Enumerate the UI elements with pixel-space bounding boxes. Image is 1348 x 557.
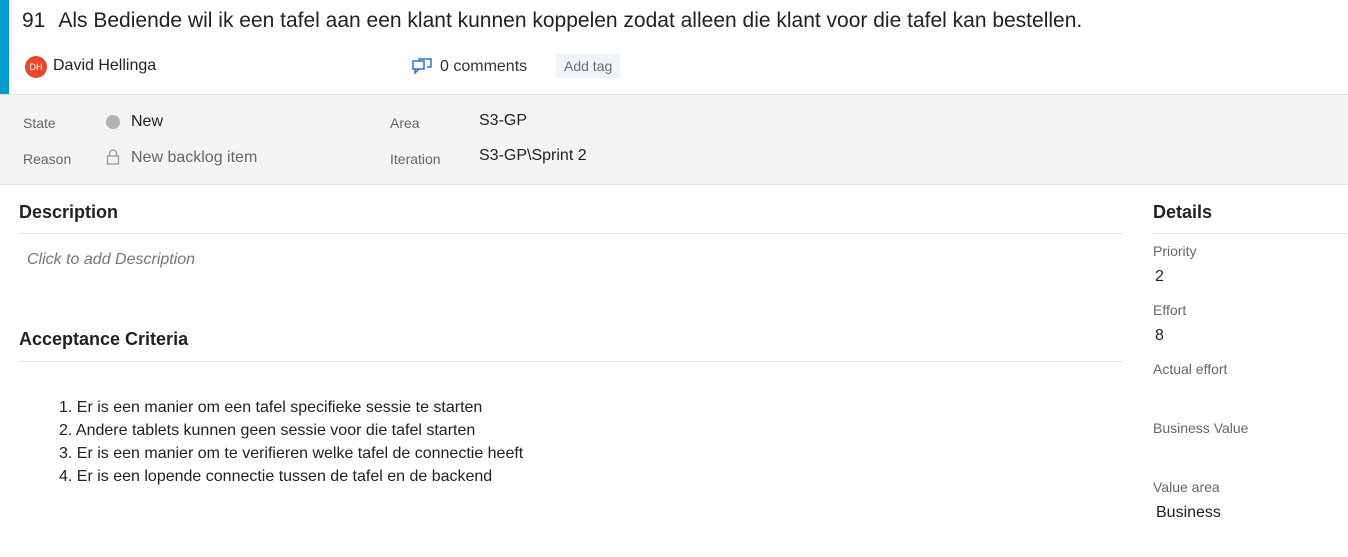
list-item: 1. Er is een manier om een tafel specifi… [59, 399, 483, 416]
details-divider [1153, 233, 1348, 234]
work-item-header: 91 Als Bediende wil ik een tafel aan een … [0, 0, 1348, 94]
work-item-title[interactable]: 91 Als Bediende wil ik een tafel aan een … [22, 9, 1082, 33]
list-item: 3. Er is een manier om te verifieren wel… [59, 445, 524, 462]
state-indicator-icon [106, 115, 120, 129]
acceptance-criteria-heading: Acceptance Criteria [19, 329, 189, 349]
actual-effort-field[interactable] [1155, 386, 1305, 406]
author-name[interactable]: David Hellinga [53, 57, 156, 75]
list-item: 4. Er is een lopende connectie tussen de… [59, 468, 493, 485]
value-area-dropdown[interactable]: Business [1156, 504, 1221, 522]
area-field[interactable]: S3-GP [479, 112, 527, 130]
iteration-label: Iteration [390, 151, 441, 167]
iteration-field[interactable]: S3-GP\Sprint 2 [479, 147, 587, 165]
state-dropdown[interactable]: New [131, 113, 163, 131]
lock-icon [106, 149, 120, 165]
area-label: Area [390, 115, 420, 131]
description-editor[interactable]: Click to add Description [27, 251, 195, 269]
actual-effort-label: Actual effort [1153, 361, 1228, 377]
description-divider [19, 233, 1123, 234]
reason-label: Reason [23, 151, 72, 167]
details-heading: Details [1153, 202, 1213, 222]
effort-label: Effort [1153, 302, 1187, 318]
description-heading: Description [19, 202, 119, 222]
work-item-id: 91 [22, 9, 46, 32]
work-item-type-color-bar [0, 0, 9, 94]
add-tag-button[interactable]: Add tag [556, 54, 621, 78]
acceptance-criteria-editor[interactable]: 1. Er is een manier om een tafel specifi… [59, 396, 523, 488]
author-avatar: DH [25, 56, 47, 78]
work-item-fields-band: State New Reason New backlog item Area S… [0, 94, 1348, 185]
comments-link[interactable]: 0 comments [440, 58, 527, 76]
work-item-title-text[interactable]: Als Bediende wil ik een tafel aan een kl… [58, 9, 1082, 32]
acceptance-criteria-divider [19, 361, 1123, 362]
business-value-field[interactable] [1155, 445, 1305, 465]
value-area-label: Value area [1153, 479, 1220, 495]
priority-field[interactable]: 2 [1155, 268, 1164, 286]
business-value-label: Business Value [1153, 420, 1249, 436]
list-item: 2. Andere tablets kunnen geen sessie voo… [59, 422, 476, 439]
reason-value: New backlog item [131, 149, 258, 166]
comments-icon[interactable] [412, 58, 432, 76]
priority-label: Priority [1153, 243, 1197, 259]
effort-field[interactable]: 8 [1155, 327, 1164, 345]
state-label: State [23, 115, 56, 131]
